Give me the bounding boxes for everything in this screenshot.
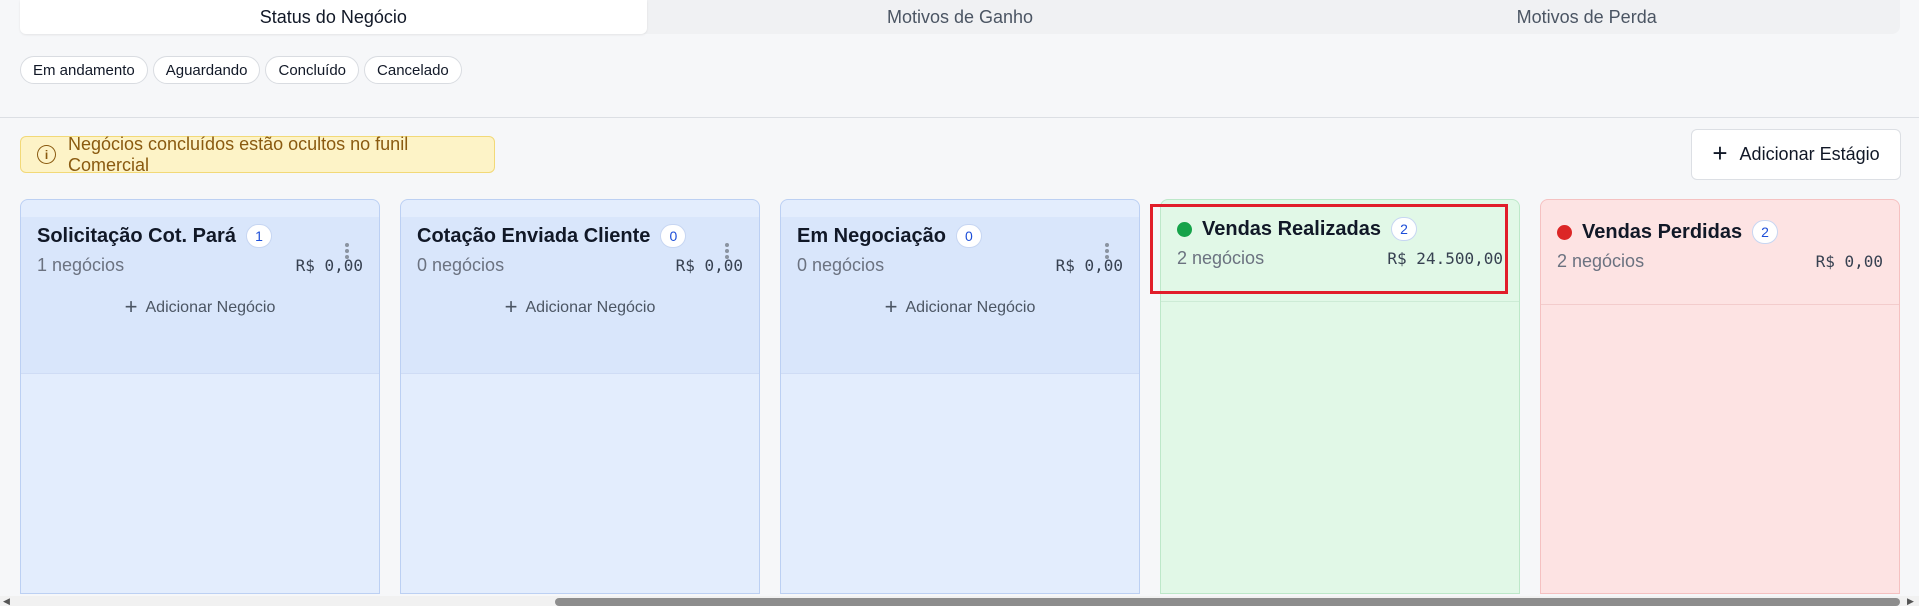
scroll-left-icon[interactable]: ◀ (3, 596, 10, 606)
deal-count-badge: 1 (245, 224, 272, 248)
tab-motivos-de-ganho[interactable]: Motivos de Ganho (647, 0, 1274, 34)
add-stage-button[interactable]: + Adicionar Estágio (1691, 129, 1901, 180)
status-filter-chips: Em andamento Aguardando Concluído Cancel… (20, 56, 462, 84)
filter-chip-concluido[interactable]: Concluído (265, 56, 360, 84)
column-title: Em Negociação (797, 224, 946, 247)
divider (0, 117, 1919, 118)
add-deal-label: Adicionar Negócio (145, 299, 276, 316)
highlight-box (1150, 204, 1508, 294)
pipeline-column-vendas-perdidas: Vendas Perdidas 2 2 negócios R$ 0,00 (1540, 199, 1900, 594)
pipeline-column-em-negociacao: Em Negociação 0 0 negócios R$ 0,00 + Adi… (780, 199, 1140, 594)
lost-status-dot-icon (1557, 224, 1572, 240)
deal-count: 0 negócios (797, 255, 885, 275)
column-header: Vendas Perdidas 2 2 negócios R$ 0,00 (1541, 213, 1899, 305)
tab-bar: Status do Negócio Motivos de Ganho Motiv… (20, 0, 1900, 34)
scrollbar-thumb[interactable] (555, 598, 1900, 606)
column-menu-icon[interactable] (725, 241, 731, 261)
filter-chip-em-andamento[interactable]: Em andamento (20, 56, 148, 84)
hidden-deals-alert: i Negócios concluídos estão ocultos no f… (20, 133, 495, 175)
deal-amount: R$ 0,00 (675, 256, 743, 275)
column-header: Solicitação Cot. Pará 1 1 negócios R$ 0,… (21, 217, 379, 374)
add-deal-button[interactable]: + Adicionar Negócio (797, 294, 1123, 319)
deal-count: 1 negócios (37, 255, 125, 275)
deal-count-badge: 0 (660, 224, 687, 248)
tab-motivos-de-perda[interactable]: Motivos de Perda (1273, 0, 1900, 34)
filter-chip-aguardando[interactable]: Aguardando (152, 56, 261, 84)
plus-icon: + (504, 294, 518, 319)
plus-icon: + (1712, 138, 1728, 168)
alert-text: Negócios concluídos estão ocultos no fun… (67, 133, 409, 175)
add-deal-label: Adicionar Negócio (525, 299, 656, 316)
deal-count-badge: 0 (955, 224, 982, 248)
column-title: Cotação Enviada Cliente (417, 224, 651, 247)
pipeline-column-cotacao-enviada: Cotação Enviada Cliente 0 0 negócios R$ … (400, 199, 760, 594)
deal-amount: R$ 0,00 (1055, 256, 1123, 275)
column-menu-icon[interactable] (1105, 241, 1111, 261)
add-deal-label: Adicionar Negócio (905, 299, 1036, 316)
pipeline-column-solicitacao: Solicitação Cot. Pará 1 1 negócios R$ 0,… (20, 199, 380, 594)
column-title: Vendas Perdidas (1582, 220, 1743, 243)
column-header: Cotação Enviada Cliente 0 0 negócios R$ … (401, 217, 759, 374)
deal-count: 0 negócios (417, 255, 505, 275)
info-icon: i (37, 145, 56, 164)
add-stage-label: Adicionar Estágio (1739, 144, 1880, 164)
deal-count-badge: 2 (1752, 220, 1779, 244)
deal-amount: R$ 0,00 (295, 256, 363, 275)
deal-count: 2 negócios (1557, 251, 1645, 271)
tab-status-do-negocio[interactable]: Status do Negócio (20, 0, 647, 34)
column-title: Solicitação Cot. Pará (37, 224, 236, 247)
scroll-right-icon[interactable]: ▶ (1907, 596, 1914, 606)
deal-amount: R$ 0,00 (1815, 252, 1883, 271)
plus-icon: + (884, 294, 898, 319)
column-menu-icon[interactable] (345, 241, 351, 261)
add-deal-button[interactable]: + Adicionar Negócio (37, 294, 363, 319)
add-deal-button[interactable]: + Adicionar Negócio (417, 294, 743, 319)
filter-chip-cancelado[interactable]: Cancelado (364, 56, 462, 84)
column-header: Em Negociação 0 0 negócios R$ 0,00 + Adi… (781, 217, 1139, 374)
plus-icon: + (124, 294, 138, 319)
